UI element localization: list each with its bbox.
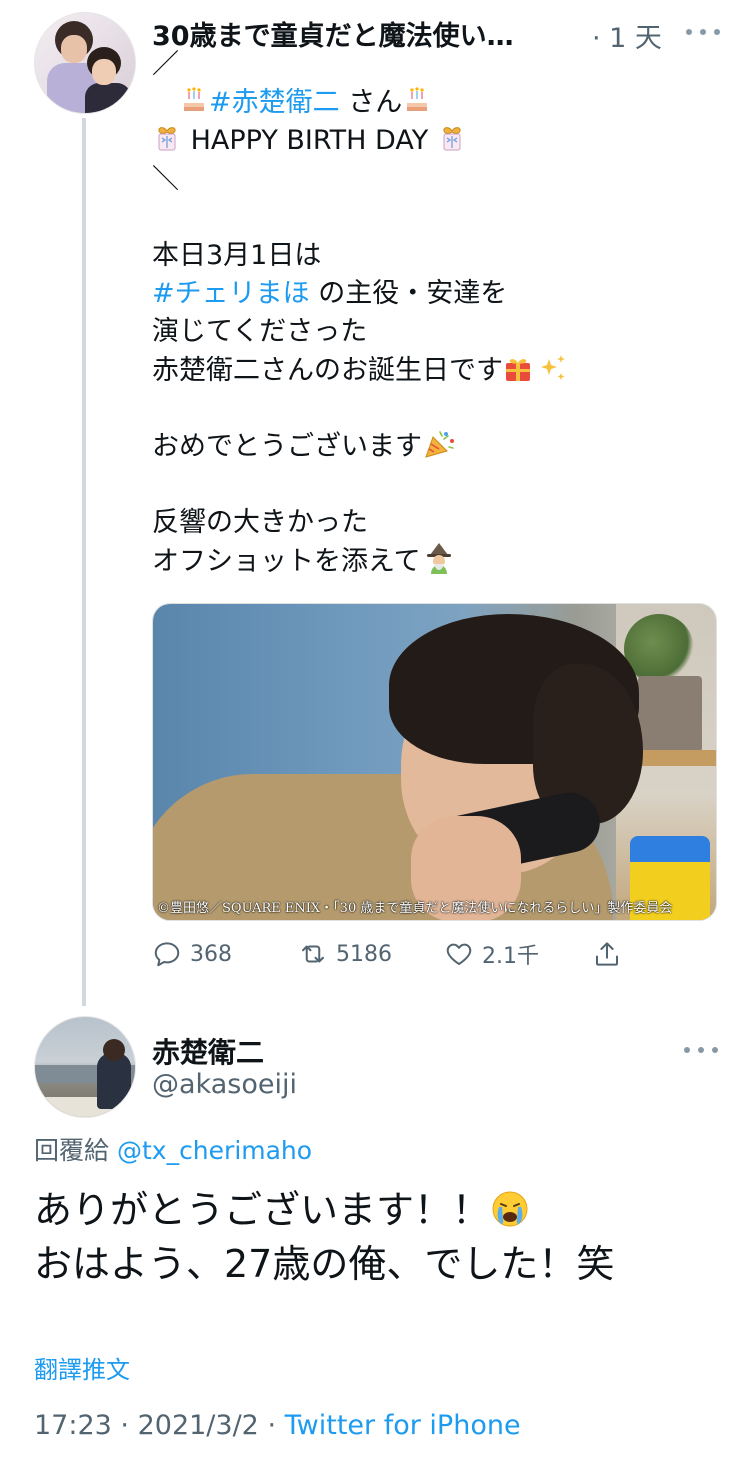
retweet-button[interactable]: 5186 [298, 934, 392, 974]
tweet-text-indent [152, 87, 179, 118]
crying-face-emoji [490, 1189, 530, 1229]
tweet-text-segment: HAPPY BIRTH DAY [182, 125, 437, 157]
reply-count: 368 [190, 941, 232, 967]
birthday-cake-emoji [179, 85, 209, 115]
tweet-text-line: #赤楚衛二 さん [152, 84, 712, 122]
ribbon-gift-emoji [437, 123, 467, 153]
reply-text-segment: ありがとうございます！！ [34, 1188, 491, 1232]
tweet-text-line: 演じてくださった [152, 313, 712, 351]
retweet-icon [302, 945, 324, 963]
more-options-icon[interactable] [684, 1038, 718, 1062]
photo-copyright-caption: ©豊田悠／SQUARE ENIX・「30 歳まで童貞だと魔法使いになれるらしい」… [157, 901, 673, 916]
tweet-text-line: オフショットを添えて [152, 542, 712, 580]
reply-text: ありがとうございます！！ おはよう、27歳の俺、でした！笑 [34, 1183, 724, 1291]
tweet-text-line [152, 199, 712, 237]
reply-button[interactable]: 368 [152, 934, 232, 974]
tweet-text-line: 本日3月1日は [152, 237, 712, 275]
avatar-figure-body [85, 83, 131, 113]
tweet-text-segment: ＼ [152, 163, 179, 195]
tweet-text-segment: さん [339, 87, 403, 119]
tweet-text-line: 赤楚衛二さんのお誕生日です [152, 352, 712, 390]
tweet-date[interactable]: 2021/3/2 [138, 1410, 259, 1441]
tweet-text-line [152, 466, 712, 504]
tweet-text-segment: の主役・安達を [309, 278, 508, 310]
tweet-text-segment: ／ [152, 49, 179, 80]
tweet-text-line: #チェリまほ の主役・安達を [152, 275, 712, 313]
tweet-text-line: HAPPY BIRTH DAY [152, 122, 712, 160]
tweet-text-line: 反響の大きかった [152, 504, 712, 542]
tweet-text-segment: オフショットを添えて [152, 546, 421, 578]
tweet-metadata: 17:23 · 2021/3/2 · Twitter for iPhone [34, 1410, 521, 1441]
tweet-text-line: おめでとうございます [152, 428, 712, 466]
heart-icon [446, 943, 472, 965]
reply-author-handle[interactable]: @akasoeiji [152, 1069, 297, 1100]
meta-separator: · [267, 1410, 277, 1441]
translate-tweet-link[interactable]: 翻譯推文 [34, 1350, 130, 1385]
avatar-person [97, 1053, 131, 1109]
tweet-text: ／ #赤楚衛二 さん HAPPY BIRTH DAY ＼ 本日3月1日は #チェリま… [152, 46, 712, 581]
photo-plant-pot [638, 676, 702, 752]
replying-to-line: 回覆給 @tx_cherimaho [34, 1131, 312, 1167]
ribbon-gift-emoji [152, 123, 182, 153]
retweet-count: 5186 [336, 941, 392, 967]
thread-connector-line [82, 118, 86, 1006]
like-count: 2.1千 [482, 944, 539, 969]
tweet-text-segment: おめでとうございます [152, 430, 422, 462]
reply-text-line: ありがとうございます！！ [34, 1183, 724, 1237]
tweet-text-line: ＼ [152, 161, 712, 199]
more-options-icon[interactable] [686, 20, 720, 44]
replying-to-handle-link[interactable]: @tx_cherimaho [117, 1136, 312, 1165]
reply-icon [154, 942, 180, 967]
reply-text-line: おはよう、27歳の俺、でした！笑 [34, 1242, 615, 1286]
tweet-text-line: ／ [152, 46, 712, 84]
parent-tweet[interactable]: 30歳まで童貞だと魔法使い… · 1 天 ／ #赤楚衛二 さん HAPPY BI… [0, 0, 750, 1008]
tweet-header: 30歳まで童貞だと魔法使い… · 1 天 [152, 10, 732, 54]
avatar-figure-face [61, 35, 87, 63]
reply-author-avatar[interactable] [34, 1016, 136, 1118]
birthday-cake-emoji [402, 85, 432, 115]
hashtag-link[interactable]: #赤楚衛二 [209, 87, 340, 118]
tweet-actions-bar: 368 5186 2.1千 [152, 934, 672, 974]
meta-separator: · [120, 1410, 129, 1441]
like-button[interactable]: 2.1千 [444, 934, 539, 974]
mage-emoji [421, 542, 457, 575]
gift-sparkles-emoji [503, 353, 569, 383]
reply-author-name[interactable]: 赤楚衛二 [152, 1031, 264, 1071]
hashtag-link[interactable]: #チェリまほ [152, 278, 310, 309]
replying-to-label: 回覆給 [34, 1136, 110, 1165]
tweet-text-segment: 演じてくださった [152, 316, 368, 348]
tweet-text-segment: 赤楚衛二さんのお誕生日です [152, 354, 503, 386]
avatar-person-head [103, 1039, 125, 1061]
share-icon [596, 942, 618, 966]
avatar-figure-face [92, 59, 116, 85]
tweet-text-segment: 本日3月1日は [152, 239, 322, 271]
party-popper-emoji [422, 429, 456, 459]
parent-author-avatar[interactable] [34, 12, 136, 114]
tweet-text-segment: 反響の大きかった [152, 507, 368, 539]
tweet-time[interactable]: 17:23 [34, 1410, 112, 1441]
tweet-text-line [152, 390, 712, 428]
tweet-source-link[interactable]: Twitter for iPhone [285, 1410, 521, 1441]
share-button[interactable] [592, 934, 630, 974]
tweet-media-photo[interactable]: ©豊田悠／SQUARE ENIX・「30 歳まで童貞だと魔法使いになれるらしい」… [152, 603, 717, 921]
